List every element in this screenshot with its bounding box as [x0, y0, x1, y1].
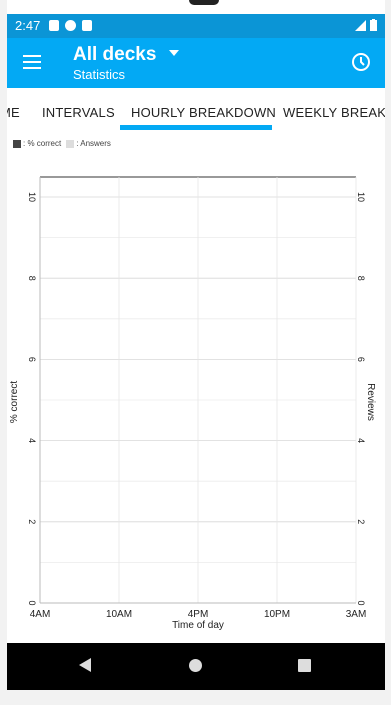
legend-label-answers: : Answers	[76, 139, 111, 148]
x-tick-label: 3AM	[346, 609, 367, 620]
y-tick-label: 2	[27, 519, 37, 524]
y2-tick-label: 0	[356, 600, 366, 605]
device-screen: 2:47 All decks Statistics ME INTERVALS H…	[7, 0, 385, 690]
y2-tick-label: 4	[356, 438, 366, 443]
back-button-icon[interactable]	[79, 658, 91, 672]
legend-swatch-answers	[66, 139, 75, 148]
chart-legend: : % correct : Answers	[13, 139, 111, 148]
legend-label-correct: : % correct	[23, 139, 62, 148]
anki-notification-icon	[65, 20, 76, 31]
hamburger-menu-icon[interactable]	[23, 55, 41, 69]
y2-axis-title: Reviews	[365, 383, 376, 421]
home-button-icon[interactable]	[189, 659, 202, 672]
x-axis-title: Time of day	[172, 620, 224, 631]
y-tick-label: 6	[27, 357, 37, 362]
deck-selector-title[interactable]: All decks	[73, 44, 156, 66]
camera-notch	[189, 0, 219, 5]
recents-button-icon[interactable]	[298, 659, 311, 672]
y-tick-label: 8	[27, 276, 37, 281]
x-tick-label: 10AM	[106, 609, 132, 620]
x-tick-label: 10PM	[264, 609, 290, 620]
legend-swatch-correct	[13, 139, 21, 148]
x-tick-label: 4PM	[188, 609, 209, 620]
dropdown-caret-icon[interactable]	[169, 50, 179, 56]
tab-weekly-breakdown[interactable]: WEEKLY BREAKDOWN	[283, 105, 385, 120]
y2-tick-label: 2	[356, 519, 366, 524]
y2-tick-label: 10	[356, 192, 366, 202]
y-tick-label: 4	[27, 438, 37, 443]
stats-tab-bar: ME INTERVALS HOURLY BREAKDOWN WEEKLY BRE…	[7, 88, 385, 133]
selected-tab-indicator	[120, 125, 272, 130]
status-time: 2:47	[15, 18, 41, 33]
system-nav-bar	[7, 643, 385, 690]
x-tick-label: 4AM	[30, 609, 51, 620]
tab-hourly-breakdown[interactable]: HOURLY BREAKDOWN	[131, 105, 276, 120]
y2-tick-label: 6	[356, 357, 366, 362]
battery-icon	[370, 19, 377, 31]
y-tick-label: 0	[27, 600, 37, 605]
tab-intervals[interactable]: INTERVALS	[42, 105, 115, 120]
clock-icon[interactable]	[351, 52, 371, 72]
app-bar: All decks Statistics	[7, 38, 385, 88]
page-subtitle: Statistics	[73, 67, 126, 82]
status-bar: 2:47	[7, 14, 385, 38]
y-tick-label: 10	[27, 192, 37, 202]
y2-tick-label: 8	[356, 276, 366, 281]
notification-icon	[49, 20, 59, 31]
tab-forecast-partial[interactable]: ME	[7, 105, 20, 120]
hourly-breakdown-chart: 4AM 10AM 4PM 10PM 3AM 0 2 4 6 8 10 0 2 4 6 8 10 Time of d…	[9, 176, 376, 631]
signal-icon	[355, 19, 366, 31]
y-axis-title: % correct	[9, 381, 20, 423]
sd-card-icon	[82, 20, 92, 31]
